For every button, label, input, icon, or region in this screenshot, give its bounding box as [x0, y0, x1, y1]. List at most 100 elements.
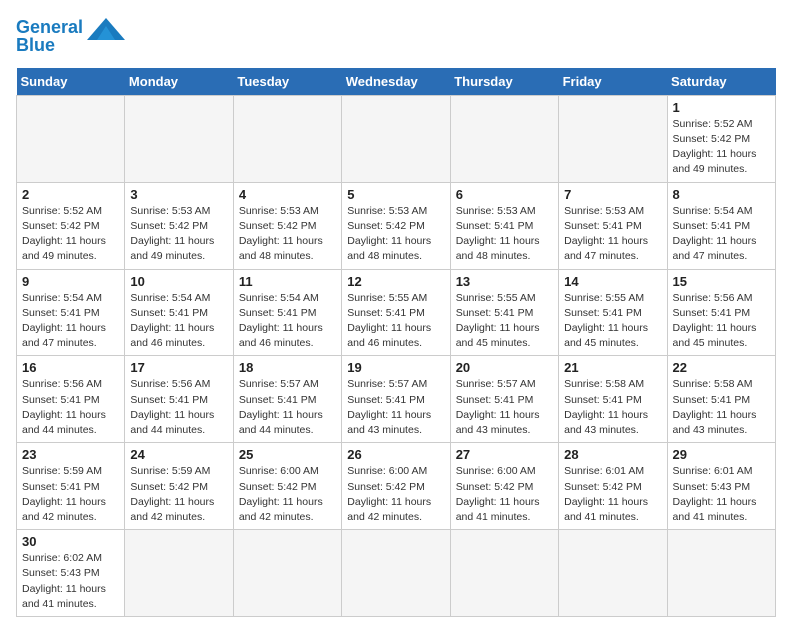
- calendar-cell: 1 Sunrise: 5:52 AM Sunset: 5:42 PM Daylig…: [667, 95, 775, 182]
- day-number: 23: [22, 447, 119, 462]
- day-info: Sunrise: 5:53 AM Sunset: 5:42 PM Dayligh…: [239, 204, 336, 265]
- page-header: General Blue: [16, 16, 776, 56]
- calendar-cell: 29 Sunrise: 6:01 AM Sunset: 5:43 PM Dayli…: [667, 443, 775, 530]
- calendar-week-2: 2 Sunrise: 5:52 AM Sunset: 5:42 PM Daylig…: [17, 182, 776, 269]
- calendar-cell: 20 Sunrise: 5:57 AM Sunset: 5:41 PM Dayli…: [450, 356, 558, 443]
- calendar-cell: 21 Sunrise: 5:58 AM Sunset: 5:41 PM Dayli…: [559, 356, 667, 443]
- day-info: Sunrise: 5:52 AM Sunset: 5:42 PM Dayligh…: [673, 117, 770, 178]
- calendar-cell: 19 Sunrise: 5:57 AM Sunset: 5:41 PM Dayli…: [342, 356, 450, 443]
- calendar-cell: [559, 530, 667, 617]
- day-header-wednesday: Wednesday: [342, 68, 450, 96]
- day-number: 25: [239, 447, 336, 462]
- day-info: Sunrise: 5:54 AM Sunset: 5:41 PM Dayligh…: [239, 291, 336, 352]
- day-info: Sunrise: 6:00 AM Sunset: 5:42 PM Dayligh…: [347, 464, 444, 525]
- day-info: Sunrise: 5:57 AM Sunset: 5:41 PM Dayligh…: [456, 377, 553, 438]
- day-info: Sunrise: 6:00 AM Sunset: 5:42 PM Dayligh…: [239, 464, 336, 525]
- calendar-cell: 30 Sunrise: 6:02 AM Sunset: 5:43 PM Dayli…: [17, 530, 125, 617]
- calendar-cell: 8 Sunrise: 5:54 AM Sunset: 5:41 PM Daylig…: [667, 182, 775, 269]
- day-info: Sunrise: 5:53 AM Sunset: 5:41 PM Dayligh…: [564, 204, 661, 265]
- day-info: Sunrise: 5:58 AM Sunset: 5:41 PM Dayligh…: [564, 377, 661, 438]
- day-info: Sunrise: 6:02 AM Sunset: 5:43 PM Dayligh…: [22, 551, 119, 612]
- calendar-cell: 25 Sunrise: 6:00 AM Sunset: 5:42 PM Dayli…: [233, 443, 341, 530]
- day-info: Sunrise: 5:53 AM Sunset: 5:42 PM Dayligh…: [130, 204, 227, 265]
- day-info: Sunrise: 6:00 AM Sunset: 5:42 PM Dayligh…: [456, 464, 553, 525]
- calendar-cell: 15Sunrise: 5:56 AM Sunset: 5:41 PM Dayli…: [667, 269, 775, 356]
- day-number: 12: [347, 274, 444, 289]
- day-info: Sunrise: 5:54 AM Sunset: 5:41 PM Dayligh…: [130, 291, 227, 352]
- day-number: 26: [347, 447, 444, 462]
- day-number: 22: [673, 360, 770, 375]
- day-number: 6: [456, 187, 553, 202]
- calendar-cell: [17, 95, 125, 182]
- day-info: Sunrise: 6:01 AM Sunset: 5:42 PM Dayligh…: [564, 464, 661, 525]
- logo-icon: [87, 18, 125, 40]
- calendar-cell: 14Sunrise: 5:55 AM Sunset: 5:41 PM Dayli…: [559, 269, 667, 356]
- calendar-body: 1 Sunrise: 5:52 AM Sunset: 5:42 PM Daylig…: [17, 95, 776, 616]
- calendar-cell: 3 Sunrise: 5:53 AM Sunset: 5:42 PM Daylig…: [125, 182, 233, 269]
- day-number: 8: [673, 187, 770, 202]
- day-header-tuesday: Tuesday: [233, 68, 341, 96]
- day-info: Sunrise: 5:57 AM Sunset: 5:41 PM Dayligh…: [239, 377, 336, 438]
- calendar-cell: 17Sunrise: 5:56 AM Sunset: 5:41 PM Dayli…: [125, 356, 233, 443]
- day-info: Sunrise: 5:58 AM Sunset: 5:41 PM Dayligh…: [673, 377, 770, 438]
- day-number: 21: [564, 360, 661, 375]
- day-number: 27: [456, 447, 553, 462]
- day-number: 4: [239, 187, 336, 202]
- day-info: Sunrise: 5:53 AM Sunset: 5:42 PM Dayligh…: [347, 204, 444, 265]
- calendar-week-5: 23 Sunrise: 5:59 AM Sunset: 5:41 PM Dayli…: [17, 443, 776, 530]
- day-info: Sunrise: 6:01 AM Sunset: 5:43 PM Dayligh…: [673, 464, 770, 525]
- calendar-cell: 26 Sunrise: 6:00 AM Sunset: 5:42 PM Dayli…: [342, 443, 450, 530]
- calendar-cell: 2 Sunrise: 5:52 AM Sunset: 5:42 PM Daylig…: [17, 182, 125, 269]
- day-info: Sunrise: 5:56 AM Sunset: 5:41 PM Dayligh…: [673, 291, 770, 352]
- calendar-cell: [450, 530, 558, 617]
- calendar-cell: 28 Sunrise: 6:01 AM Sunset: 5:42 PM Dayli…: [559, 443, 667, 530]
- calendar-cell: 16Sunrise: 5:56 AM Sunset: 5:41 PM Dayli…: [17, 356, 125, 443]
- day-info: Sunrise: 5:57 AM Sunset: 5:41 PM Dayligh…: [347, 377, 444, 438]
- calendar-table: SundayMondayTuesdayWednesdayThursdayFrid…: [16, 68, 776, 617]
- calendar-week-6: 30 Sunrise: 6:02 AM Sunset: 5:43 PM Dayli…: [17, 530, 776, 617]
- day-header-thursday: Thursday: [450, 68, 558, 96]
- calendar-cell: 22 Sunrise: 5:58 AM Sunset: 5:41 PM Dayli…: [667, 356, 775, 443]
- calendar-cell: [342, 95, 450, 182]
- day-number: 18: [239, 360, 336, 375]
- day-number: 24: [130, 447, 227, 462]
- calendar-week-3: 9 Sunrise: 5:54 AM Sunset: 5:41 PM Daylig…: [17, 269, 776, 356]
- calendar-cell: [667, 530, 775, 617]
- calendar-cell: 18 Sunrise: 5:57 AM Sunset: 5:41 PM Dayli…: [233, 356, 341, 443]
- day-header-saturday: Saturday: [667, 68, 775, 96]
- day-number: 20: [456, 360, 553, 375]
- calendar-header-row: SundayMondayTuesdayWednesdayThursdayFrid…: [17, 68, 776, 96]
- day-number: 9: [22, 274, 119, 289]
- day-info: Sunrise: 5:59 AM Sunset: 5:42 PM Dayligh…: [130, 464, 227, 525]
- logo-blue-text: Blue: [16, 36, 55, 56]
- calendar-cell: 12Sunrise: 5:55 AM Sunset: 5:41 PM Dayli…: [342, 269, 450, 356]
- day-info: Sunrise: 5:56 AM Sunset: 5:41 PM Dayligh…: [130, 377, 227, 438]
- day-info: Sunrise: 5:59 AM Sunset: 5:41 PM Dayligh…: [22, 464, 119, 525]
- calendar-cell: 24 Sunrise: 5:59 AM Sunset: 5:42 PM Dayli…: [125, 443, 233, 530]
- calendar-cell: 9Sunrise: 5:54 AM Sunset: 5:41 PM Daylig…: [17, 269, 125, 356]
- calendar-cell: [233, 530, 341, 617]
- day-info: Sunrise: 5:54 AM Sunset: 5:41 PM Dayligh…: [673, 204, 770, 265]
- day-number: 10: [130, 274, 227, 289]
- day-number: 1: [673, 100, 770, 115]
- day-number: 29: [673, 447, 770, 462]
- day-info: Sunrise: 5:52 AM Sunset: 5:42 PM Dayligh…: [22, 204, 119, 265]
- day-header-friday: Friday: [559, 68, 667, 96]
- calendar-cell: 6Sunrise: 5:53 AM Sunset: 5:41 PM Daylig…: [450, 182, 558, 269]
- day-header-sunday: Sunday: [17, 68, 125, 96]
- day-number: 28: [564, 447, 661, 462]
- day-info: Sunrise: 5:55 AM Sunset: 5:41 PM Dayligh…: [456, 291, 553, 352]
- day-info: Sunrise: 5:55 AM Sunset: 5:41 PM Dayligh…: [564, 291, 661, 352]
- calendar-cell: [125, 530, 233, 617]
- calendar-cell: [342, 530, 450, 617]
- day-number: 19: [347, 360, 444, 375]
- calendar-cell: 23 Sunrise: 5:59 AM Sunset: 5:41 PM Dayli…: [17, 443, 125, 530]
- day-number: 16: [22, 360, 119, 375]
- calendar-cell: 27 Sunrise: 6:00 AM Sunset: 5:42 PM Dayli…: [450, 443, 558, 530]
- day-number: 3: [130, 187, 227, 202]
- calendar-week-1: 1 Sunrise: 5:52 AM Sunset: 5:42 PM Daylig…: [17, 95, 776, 182]
- calendar-cell: [233, 95, 341, 182]
- day-number: 30: [22, 534, 119, 549]
- day-number: 2: [22, 187, 119, 202]
- calendar-cell: 7Sunrise: 5:53 AM Sunset: 5:41 PM Daylig…: [559, 182, 667, 269]
